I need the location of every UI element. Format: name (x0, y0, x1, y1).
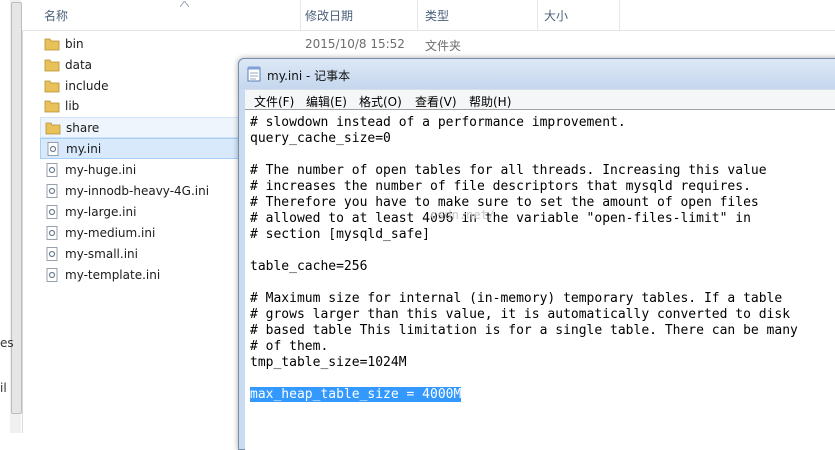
text-line: # slowdown instead of a performance impr… (250, 115, 626, 130)
file-row-my-small-ini[interactable]: my-small.ini (40, 244, 240, 265)
file-row-data[interactable]: data (40, 55, 240, 76)
ini-file-icon (46, 247, 58, 261)
notepad-titlebar[interactable]: my.ini - 记事本 (239, 59, 835, 89)
file-name: my-template.ini (65, 268, 161, 282)
nav-text-fragment: il (0, 381, 7, 395)
text-line: # Maximum size for internal (in-memory) … (250, 291, 783, 306)
ini-file-icon (46, 205, 58, 219)
folder-icon (44, 80, 60, 93)
folder-icon (45, 122, 61, 135)
file-name: my-innodb-heavy-4G.ini (65, 184, 210, 198)
menu-view[interactable]: 查看(V) (415, 93, 457, 110)
file-row-share[interactable]: share (40, 117, 240, 138)
file-row-my-innodb-heavy-4g-ini[interactable]: my-innodb-heavy-4G.ini (40, 181, 240, 202)
text-line: # of them. (250, 339, 329, 354)
file-name: my-medium.ini (65, 226, 156, 240)
file-name: my-small.ini (65, 247, 138, 261)
file-name: bin (65, 37, 84, 51)
file-name: lib (65, 99, 80, 113)
ini-file-icon (46, 226, 58, 240)
file-name: my-huge.ini (65, 163, 137, 177)
text-line: table_cache=256 (250, 259, 368, 274)
notepad-menubar: 文件(F) 编辑(E) 格式(O) 查看(V) 帮助(H) (245, 89, 835, 110)
ini-file-icon (46, 163, 58, 177)
file-name: include (65, 79, 109, 93)
file-name: my-large.ini (65, 205, 137, 219)
ini-file-icon (47, 142, 59, 156)
nav-scrollbar-thumb[interactable] (11, 2, 22, 414)
selected-text-line: max_heap_table_size = 4000M (250, 387, 462, 402)
notepad-window: my.ini - 记事本 文件(F) 编辑(E) 格式(O) 查看(V) 帮助(… (238, 58, 835, 450)
ini-file-icon (46, 184, 58, 198)
text-line: # based table This limitation is for a s… (250, 323, 798, 338)
file-row-my-medium-ini[interactable]: my-medium.ini (40, 223, 240, 244)
text-line: # increases the number of file descripto… (250, 179, 751, 194)
watermark-text: csdn.net/ (430, 208, 496, 222)
file-row-bin[interactable]: bin (40, 34, 240, 55)
notepad-app-icon (247, 66, 261, 82)
navigation-pane: es il (0, 0, 23, 433)
nav-text-fragment: es (0, 336, 14, 350)
notepad-title: my.ini - 记事本 (267, 69, 351, 83)
notepad-text-area[interactable]: # slowdown instead of a performance impr… (245, 109, 835, 450)
file-name: share (66, 121, 100, 135)
text-line: # Therefore you have to make sure to set… (250, 195, 759, 210)
file-row-my-huge-ini[interactable]: my-huge.ini (40, 160, 240, 181)
text-line: # grows larger than this value, it is au… (250, 307, 791, 322)
file-row-my-large-ini[interactable]: my-large.ini (40, 202, 240, 223)
folder-icon (44, 59, 60, 72)
file-name: data (65, 58, 93, 72)
file-row-lib[interactable]: lib (40, 96, 240, 117)
file-row-my-template-ini[interactable]: my-template.ini (40, 265, 240, 286)
menu-format[interactable]: 格式(O) (359, 93, 402, 110)
column-header-type[interactable]: 类型 (425, 7, 449, 24)
column-header-row: 名称 修改日期 类型 大小 (22, 0, 835, 31)
ini-file-icon (46, 268, 58, 282)
text-line: # allowed to at least 4096 in the variab… (250, 211, 751, 226)
menu-help[interactable]: 帮助(H) (469, 93, 511, 110)
file-type: 文件夹 (425, 39, 462, 53)
column-header-name[interactable]: 名称 (44, 7, 68, 24)
menu-edit[interactable]: 编辑(E) (306, 93, 347, 110)
column-header-date[interactable]: 修改日期 (305, 7, 353, 24)
text-content: # slowdown instead of a performance impr… (250, 115, 798, 403)
column-header-size[interactable]: 大小 (544, 7, 568, 24)
folder-icon (44, 100, 60, 113)
file-date: 2015/10/8 15:52 (305, 37, 405, 51)
text-line: tmp_table_size=1024M (250, 355, 407, 370)
file-row-include[interactable]: include (40, 76, 240, 97)
text-line: # The number of open tables for all thre… (250, 163, 767, 178)
file-name: my.ini (66, 142, 102, 156)
sort-ascending-icon (180, 1, 189, 7)
folder-icon (44, 38, 60, 51)
text-line: query_cache_size=0 (250, 131, 391, 146)
menu-file[interactable]: 文件(F) (254, 93, 294, 110)
file-row-my-ini[interactable]: my.ini (40, 138, 240, 159)
text-line: # section [mysqld_safe] (250, 227, 431, 242)
